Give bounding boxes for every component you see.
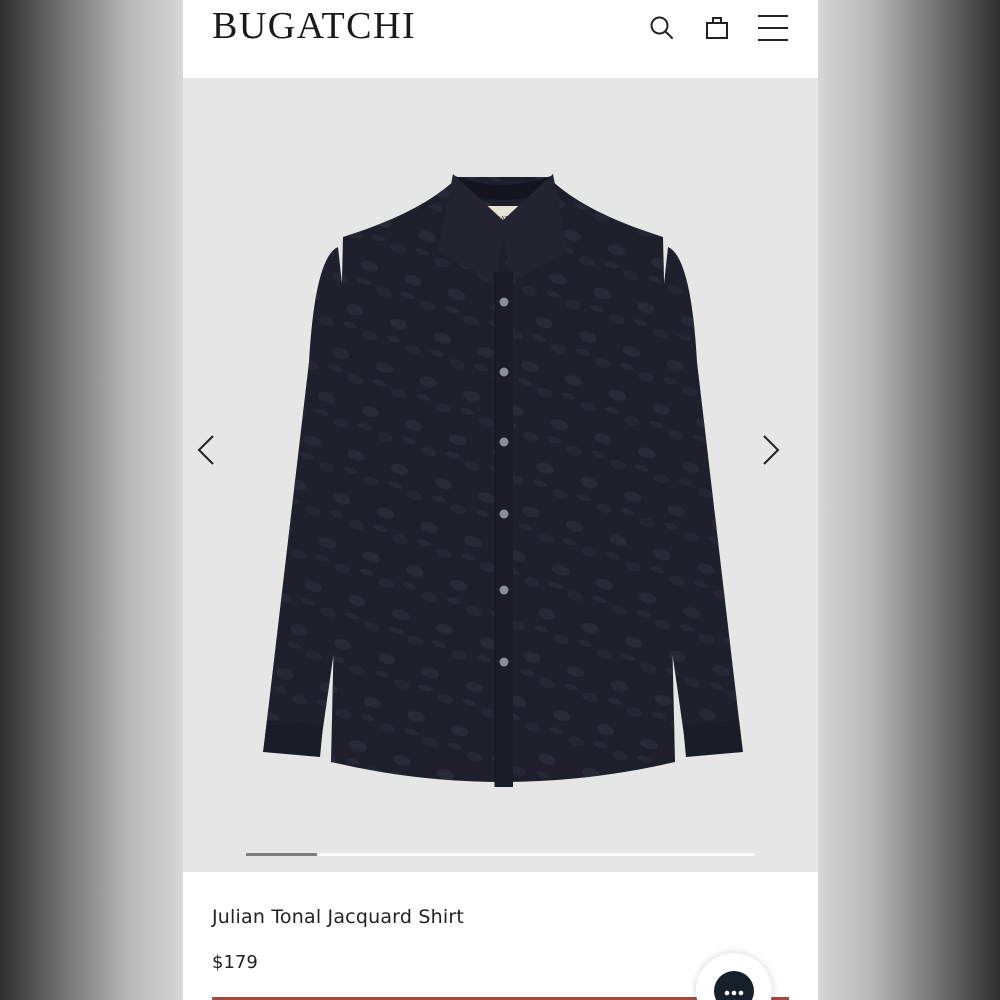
- chat-button[interactable]: [696, 953, 772, 1000]
- product-name: Julian Tonal Jacquard Shirt: [212, 906, 464, 928]
- brand-logo[interactable]: BUGATCHI: [212, 4, 416, 48]
- gallery-progress-track: [246, 853, 754, 856]
- chat-ellipsis-icon[interactable]: [714, 971, 754, 1000]
- product-price: $179: [212, 952, 258, 973]
- chevron-right-icon[interactable]: [756, 430, 786, 470]
- product-image-gallery[interactable]: BUGATCHI: [183, 78, 818, 872]
- hamburger-menu-icon[interactable]: [756, 12, 790, 44]
- search-icon[interactable]: [646, 12, 678, 44]
- phone-frame: BUGATCHI BUGATCHI Julian Tonal Jacquard …: [183, 0, 818, 1000]
- site-header: BUGATCHI: [183, 0, 818, 78]
- product-info: Julian Tonal Jacquard Shirt $179: [183, 872, 818, 1000]
- gallery-progress-fill: [246, 853, 318, 856]
- chevron-left-icon[interactable]: [191, 430, 221, 470]
- product-image-shirt[interactable]: BUGATCHI: [243, 162, 763, 862]
- shopping-bag-icon[interactable]: [701, 12, 733, 44]
